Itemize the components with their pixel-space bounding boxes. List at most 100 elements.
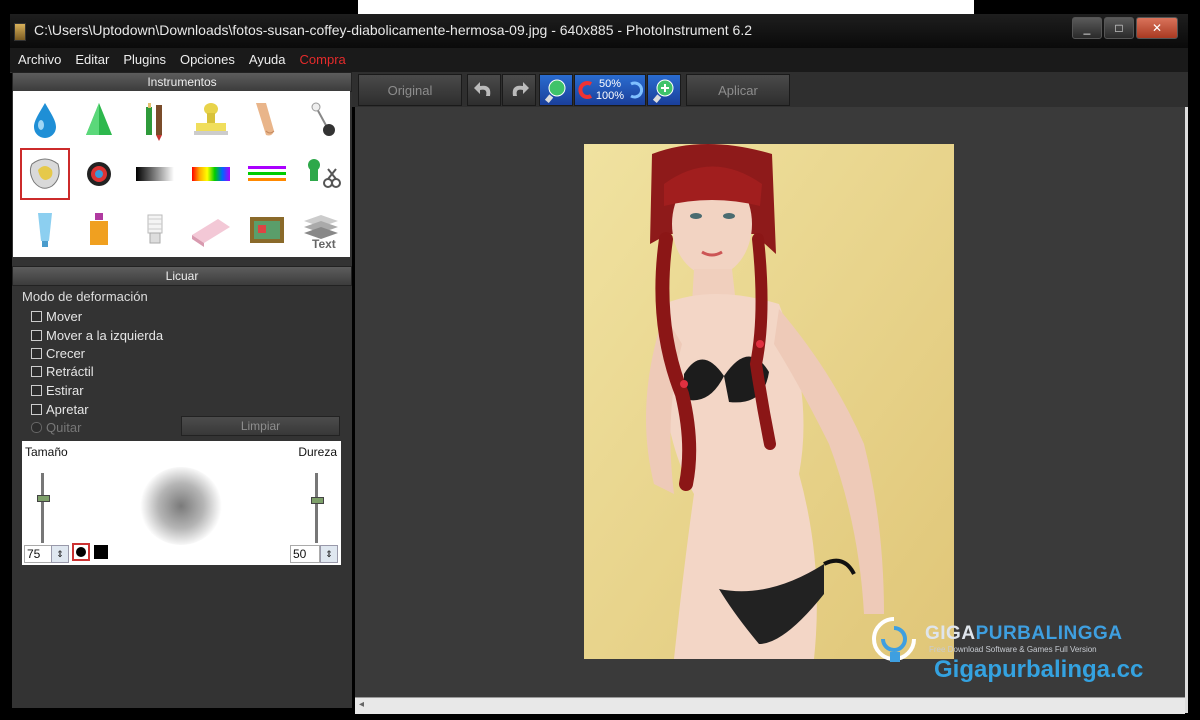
rainbow-icon[interactable]: [188, 151, 234, 197]
hardness-slider-thumb[interactable]: [311, 497, 324, 504]
size-slider-thumb[interactable]: [37, 495, 50, 502]
tools-grid: Text: [13, 91, 350, 257]
hardness-spinner[interactable]: ⇕: [320, 545, 338, 563]
watermark-brand: GIGAPURBALINGGA: [925, 623, 1123, 645]
option-label: Quitar: [46, 420, 82, 435]
eraser-icon[interactable]: [188, 207, 234, 253]
original-button[interactable]: Original: [358, 74, 462, 106]
close-button[interactable]: ✕: [1136, 17, 1178, 39]
option-apretar[interactable]: Apretar: [31, 402, 89, 417]
checkbox[interactable]: [31, 385, 42, 396]
zoom-out-icon: [544, 79, 566, 103]
option-label: Mover a la izquierda: [46, 328, 164, 343]
gradient-icon[interactable]: [132, 151, 178, 197]
vertical-scrollbar[interactable]: [1185, 107, 1188, 713]
watermark-brand-1: GIGA: [925, 623, 976, 644]
menu-plugins[interactable]: Plugins: [123, 52, 166, 67]
text-layers-tool[interactable]: Text: [298, 207, 344, 253]
licuar-header: Licuar: [12, 266, 352, 286]
menu-opciones[interactable]: Opciones: [180, 52, 235, 67]
redo-icon: [512, 82, 529, 96]
red-eye-icon[interactable]: [76, 151, 122, 197]
option-label: Estirar: [46, 383, 84, 398]
text-tool-label: Text: [312, 237, 336, 251]
hardness-slider[interactable]: [315, 473, 318, 543]
maximize-button[interactable]: □: [1104, 17, 1134, 39]
window-controls: _ □ ✕: [1070, 17, 1178, 39]
zoom-readout: 50% 100%: [596, 78, 624, 102]
zoom-fit-icon: [578, 81, 593, 99]
option-label: Apretar: [46, 402, 89, 417]
zoom-top-value: 50%: [598, 78, 621, 90]
stamp-icon[interactable]: [188, 97, 234, 143]
watermark-tagline: Free Download Software & Games Full Vers…: [929, 645, 1097, 654]
zoom-in-icon: [652, 79, 674, 103]
option-label: Crecer: [46, 346, 86, 361]
cone-icon[interactable]: [76, 97, 122, 143]
left-panel: Instrumentos Text Licuar Modo de deforma…: [12, 72, 352, 708]
option-mover[interactable]: Mover: [31, 309, 82, 324]
option-label: Retráctil: [46, 364, 94, 379]
photo: [584, 144, 954, 659]
option-retractil[interactable]: Retráctil: [31, 364, 94, 379]
size-value[interactable]: 75: [24, 545, 52, 563]
option-mover-izquierda[interactable]: Mover a la izquierda: [31, 328, 163, 343]
color-lines-icon[interactable]: [244, 151, 290, 197]
brush-settings: Tamaño Dureza 75 ⇕ 50 ⇕: [22, 441, 341, 565]
tube-icon[interactable]: [22, 207, 68, 253]
checkbox[interactable]: [31, 311, 42, 322]
water-drop-icon[interactable]: [22, 97, 68, 143]
title-bar: C:\Users\Uptodown\Downloads\fotos-susan-…: [10, 14, 1188, 48]
hardness-value[interactable]: 50: [290, 545, 320, 563]
checkbox[interactable]: [31, 366, 42, 377]
menu-archivo[interactable]: Archivo: [18, 52, 61, 67]
menu-compra[interactable]: Compra: [300, 52, 346, 67]
menu-bar: Archivo Editar Plugins Opciones Ayuda Co…: [10, 48, 1188, 73]
top-white-strip: [358, 0, 974, 14]
menu-ayuda[interactable]: Ayuda: [249, 52, 286, 67]
liquify-tool-selected[interactable]: [20, 148, 70, 200]
redo-button[interactable]: [502, 74, 536, 106]
film-box-icon[interactable]: [244, 207, 290, 253]
square-brush-icon[interactable]: [94, 545, 108, 559]
radio[interactable]: [31, 422, 42, 433]
zoom-level-control[interactable]: 50% 100%: [574, 74, 646, 106]
liquify-icon: [29, 158, 60, 189]
pin-icon[interactable]: [298, 97, 344, 143]
window-title: C:\Users\Uptodown\Downloads\fotos-susan-…: [34, 22, 752, 38]
checkbox[interactable]: [31, 348, 42, 359]
size-spinner[interactable]: ⇕: [51, 545, 69, 563]
menu-editar[interactable]: Editar: [75, 52, 109, 67]
minimize-button[interactable]: _: [1072, 17, 1102, 39]
bulb-icon[interactable]: [132, 207, 178, 253]
clone-scissors-icon[interactable]: [298, 151, 344, 197]
horizontal-scrollbar[interactable]: ◂: [355, 697, 1185, 714]
checkbox[interactable]: [31, 404, 42, 415]
zoom-out-button[interactable]: [539, 74, 573, 106]
scroll-left-icon[interactable]: ◂: [359, 699, 364, 710]
zoom-actual-icon: [630, 81, 643, 99]
checkbox[interactable]: [31, 330, 42, 341]
aplicar-button[interactable]: Aplicar: [686, 74, 790, 106]
app-icon: [14, 23, 26, 41]
hardness-label: Dureza: [298, 445, 337, 459]
option-crecer[interactable]: Crecer: [31, 346, 85, 361]
limpiar-button[interactable]: Limpiar: [181, 416, 340, 436]
round-brush-icon: [76, 547, 86, 557]
watermark-brand-2: PURBALINGGA: [975, 623, 1123, 644]
pencils-icon[interactable]: [132, 97, 178, 143]
size-slider[interactable]: [41, 473, 44, 543]
watermark-logo-icon: [872, 617, 916, 662]
instrumentos-header: Instrumentos: [12, 72, 352, 92]
option-estirar[interactable]: Estirar: [31, 383, 84, 398]
brush-round-button[interactable]: [72, 543, 90, 561]
brush-preview: [140, 467, 222, 545]
deformation-mode-label: Modo de deformación: [22, 289, 148, 304]
option-quitar[interactable]: Quitar: [31, 420, 81, 435]
bottle-icon[interactable]: [76, 207, 122, 253]
zoom-in-button[interactable]: [647, 74, 681, 106]
zoom-bottom-value: 100%: [595, 90, 625, 102]
undo-button[interactable]: [467, 74, 501, 106]
size-label: Tamaño: [25, 445, 68, 459]
finger-icon[interactable]: [244, 97, 290, 143]
